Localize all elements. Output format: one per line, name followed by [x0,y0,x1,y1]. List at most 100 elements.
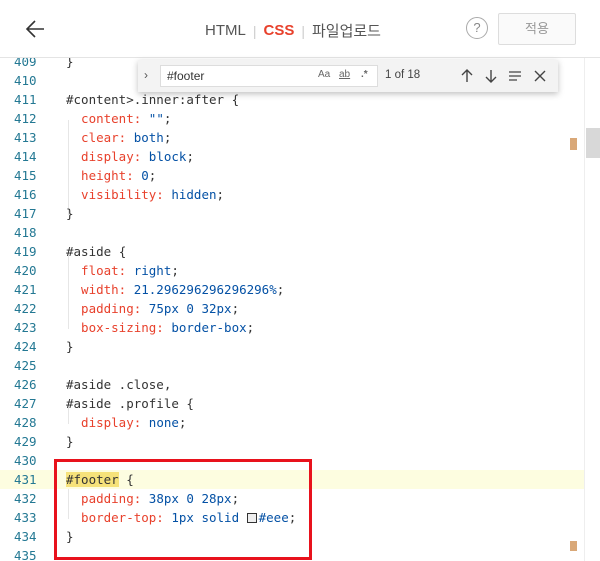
close-icon [534,70,546,82]
line-number: 428 [14,415,37,430]
close-find-button[interactable] [531,66,549,86]
line-code: } [66,527,74,546]
line-number: 427 [14,396,37,411]
line-number: 422 [14,301,37,316]
line-number: 412 [14,111,37,126]
line-number: 418 [14,225,37,240]
code-token: ; [276,282,285,297]
code-token: "" [148,111,164,126]
code-token: border-top: [66,510,172,525]
line-code: content: ""; [66,109,171,128]
find-in-selection-button[interactable] [506,66,524,86]
code-line[interactable]: 419 #aside { [0,242,584,261]
code-token: ; [246,320,255,335]
tab-css[interactable]: CSS [263,22,294,39]
regex-toggle[interactable]: .* [361,69,368,80]
code-line[interactable]: 420 float: right; [0,261,584,280]
code-token: display: [66,415,149,430]
code-line[interactable]: 421 width: 21.296296296296296%; [0,280,584,299]
code-token: ; [186,149,194,164]
tab-separator: | [252,22,257,39]
color-swatch[interactable] [246,513,257,523]
code-token: ; [231,301,240,316]
line-number: 433 [14,510,37,525]
tab-html[interactable]: HTML [205,22,246,39]
code-line[interactable]: 429} [0,432,584,451]
line-code: #aside { [66,242,126,261]
code-line[interactable]: 417} [0,204,584,223]
line-number: 421 [14,282,37,297]
line-number: 432 [14,491,37,506]
line-code: height: 0; [66,166,156,185]
code-line[interactable]: 427 #aside .profile { [0,394,584,413]
code-line[interactable]: 434} [0,527,584,546]
code-token: } [66,529,74,544]
chevron-right-icon[interactable]: › [144,68,156,84]
line-code: #content>.inner:after { [66,90,239,109]
code-token: 1px solid [171,510,247,525]
line-number: 415 [14,168,37,183]
code-token: padding: [66,301,149,316]
code-token: width: [66,282,134,297]
code-token: both [133,130,164,145]
code-line[interactable]: 413 clear: both; [0,128,584,147]
code-line[interactable]: 414 display: block; [0,147,584,166]
line-number: 419 [14,244,37,259]
line-code: } [66,432,74,451]
code-line[interactable]: 428 display: none; [0,413,584,432]
code-token: 0 [141,168,149,183]
code-token: ; [231,491,240,506]
code-token: ; [171,263,179,278]
code-token: box-sizing: [66,320,172,335]
code-token: 38px 0 28px [148,491,232,506]
line-number: 424 [14,339,37,354]
code-line[interactable]: 412 content: ""; [0,109,584,128]
next-match-button[interactable] [482,66,500,86]
code-line[interactable]: 411 #content>.inner:after { [0,90,584,109]
code-token: right [133,263,172,278]
code-token: } [66,206,74,221]
code-token: hidden [171,187,217,202]
code-line[interactable]: 415 height: 0; [0,166,584,185]
code-line[interactable]: 418 [0,223,584,242]
line-number: 426 [14,377,37,392]
editor-tabs: HTML | CSS | 파일업로드 [205,20,381,41]
code-line[interactable]: 432 padding: 38px 0 28px; [0,489,584,508]
code-line[interactable]: 426 #aside .close, [0,375,584,394]
code-editor[interactable]: 409} 410 411 #content>.inner:after {412 con… [0,58,600,561]
code-line[interactable]: 430 [0,451,584,470]
line-code: #footer { [66,470,134,489]
arrow-down-icon [485,70,497,83]
find-widget: › #footer Aa ab .* 1 of 18 [138,60,558,92]
list-icon [509,71,521,81]
code-line[interactable]: 424} [0,337,584,356]
code-line[interactable]: 422 padding: 75px 0 32px; [0,299,584,318]
code-line[interactable]: 431 #footer { [0,470,584,489]
code-line[interactable]: 435 [0,546,584,561]
help-button[interactable]: ? [466,17,488,39]
code-token: #aside .profile [66,396,187,411]
code-line[interactable]: 433 border-top: 1px solid #eee; [0,508,584,527]
code-token: padding: [66,491,149,506]
back-button[interactable] [20,15,50,43]
line-code: border-top: 1px solid #eee; [66,508,296,527]
previous-match-button[interactable] [458,66,476,86]
match-case-toggle[interactable]: Aa [318,69,330,80]
code-token: } [66,434,74,449]
code-line[interactable]: 416 visibility: hidden; [0,185,584,204]
code-line[interactable]: 423 box-sizing: border-box; [0,318,584,337]
line-number: 430 [14,453,37,468]
line-code: padding: 75px 0 32px; [66,299,239,318]
whole-word-toggle[interactable]: ab [339,69,350,80]
line-code: visibility: hidden; [66,185,224,204]
tab-file-upload[interactable]: 파일업로드 [312,20,381,41]
code-line[interactable]: 425 [0,356,584,375]
line-number: 413 [14,130,37,145]
code-token: ; [163,130,172,145]
line-number: 429 [14,434,37,449]
scrollbar-thumb[interactable] [586,128,600,158]
code-token: clear: [66,130,134,145]
code-token: 75px 0 32px [148,301,232,316]
apply-button[interactable]: 적용 [498,13,576,45]
code-token: #content>.inner:after [66,92,232,107]
